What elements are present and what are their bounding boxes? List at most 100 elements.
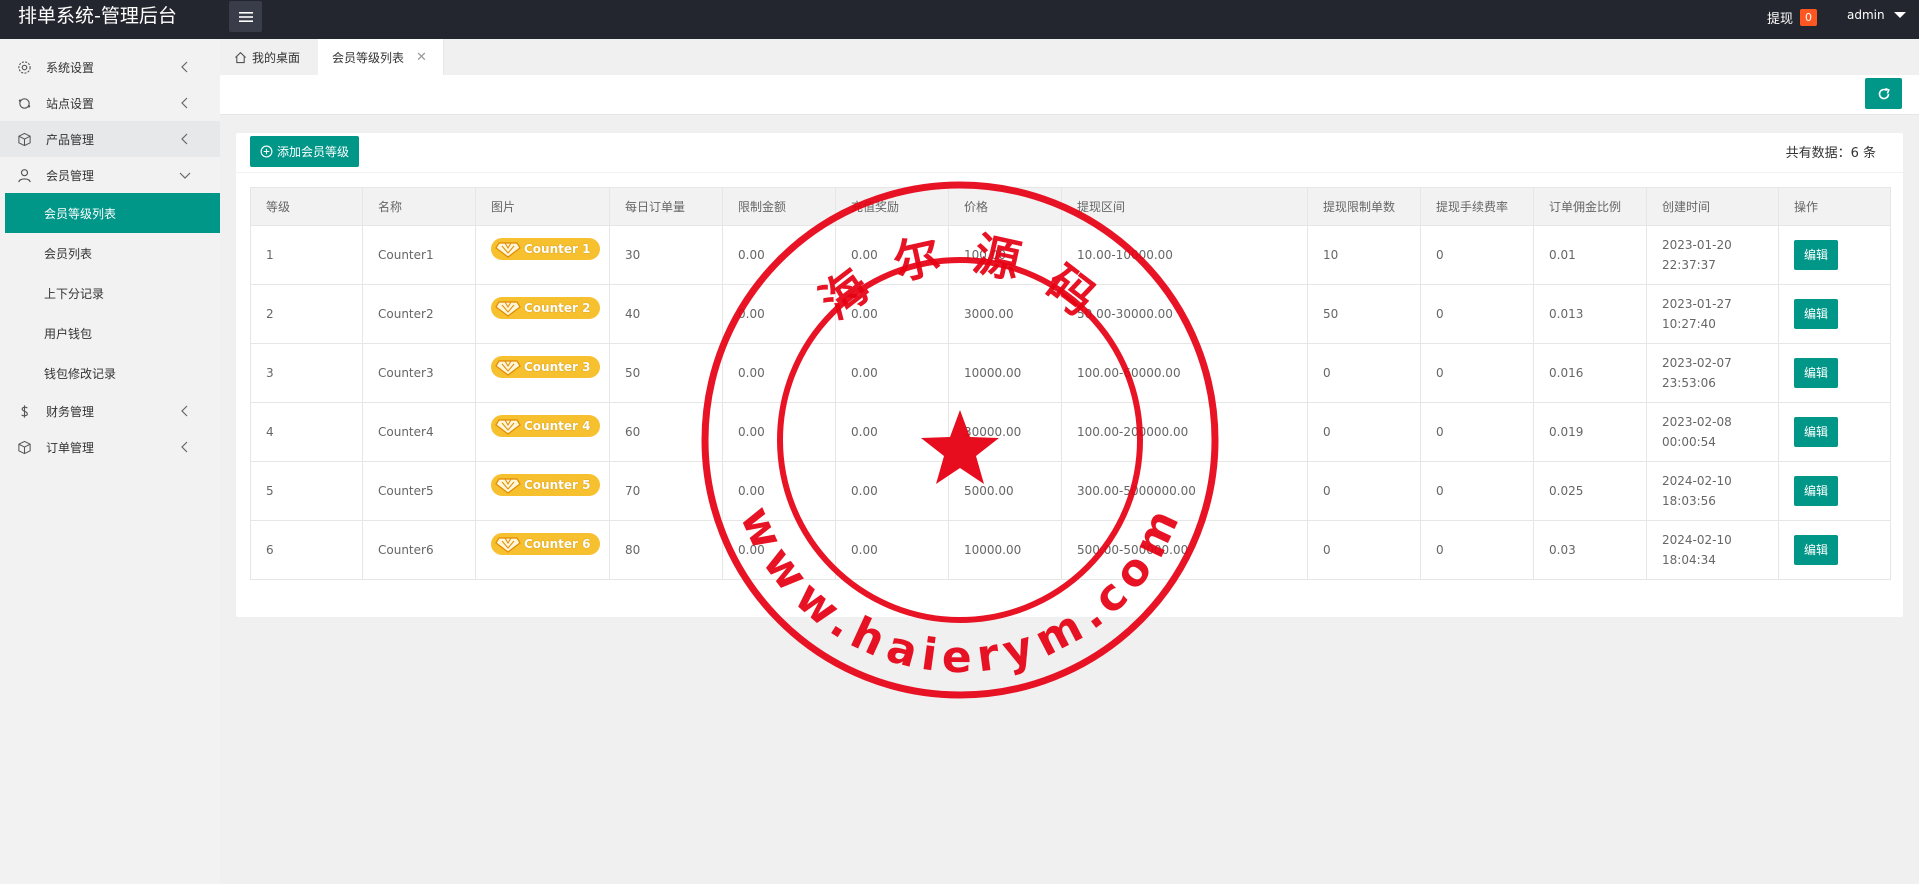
withdraw-count-badge: 0 xyxy=(1800,9,1818,26)
tab-bar: 我的桌面 会员等级列表 ✕ xyxy=(220,39,1919,75)
level-image-cell: Counter 1 xyxy=(475,225,610,285)
table-cell-level: 5 xyxy=(250,461,363,521)
level-badge: Counter 5 xyxy=(491,473,601,496)
level-badge-label: Counter 2 xyxy=(524,300,591,315)
edit-button[interactable]: 编辑 xyxy=(1794,299,1838,329)
table-row: 5 Counter5 Counter 5 70 0.00 0.00 5000.00 300.0… xyxy=(250,461,1891,521)
table-cell-reward: 0.00 xyxy=(835,461,949,521)
table-cell-orders: 40 xyxy=(609,284,723,344)
menu-toggle-button[interactable] xyxy=(229,1,262,32)
table-cell-wcount: 50 xyxy=(1307,284,1421,344)
sidebar-item-label: 订单管理 xyxy=(46,440,95,455)
sidebar-subitem-member-levels[interactable]: 会员等级列表 xyxy=(5,193,220,233)
chevron-left-icon xyxy=(181,441,188,453)
sidebar-item-system-settings[interactable]: 系统设置 xyxy=(0,49,220,85)
table-cell-price: 100.00 xyxy=(948,225,1062,285)
table-cell-created: 2023-01-20 22:37:37 xyxy=(1646,225,1779,285)
table-cell-name: Counter5 xyxy=(362,461,476,521)
table-cell-level: 6 xyxy=(250,520,363,580)
close-icon[interactable]: ✕ xyxy=(416,50,427,65)
column-header: 名称 xyxy=(362,187,476,226)
table-cell-created: 2023-01-27 10:27:40 xyxy=(1646,284,1779,344)
tab-home[interactable]: 我的桌面 xyxy=(234,39,304,75)
sidebar-subitem-user-wallet[interactable]: 用户钱包 xyxy=(0,313,220,353)
diamond-icon xyxy=(495,536,521,553)
sidebar-item-label: 产品管理 xyxy=(46,132,95,147)
sidebar-item-label: 财务管理 xyxy=(46,404,95,419)
table-cell-name: Counter6 xyxy=(362,520,476,580)
sidebar-subitem-score-records[interactable]: 上下分记录 xyxy=(0,273,220,313)
sidebar-item-label: 站点设置 xyxy=(46,96,95,111)
sidebar-item-product-management[interactable]: 产品管理 xyxy=(0,121,220,157)
top-bar: 排单系统-管理后台 提现 0 admin xyxy=(0,0,1919,39)
sidebar-subitem-label: 钱包修改记录 xyxy=(44,366,117,381)
content-card: 添加会员等级 共有数据：6 条 等级 名称 图片 每日订单量 限制金额 充值奖励… xyxy=(236,133,1903,617)
withdraw-link[interactable]: 提现 0 xyxy=(1767,8,1818,27)
column-header: 提现区间 xyxy=(1061,187,1308,226)
table-cell-price: 30000.00 xyxy=(948,402,1062,462)
table-cell-commission: 0.03 xyxy=(1533,520,1647,580)
table-cell-reward: 0.00 xyxy=(835,520,949,580)
edit-button[interactable]: 编辑 xyxy=(1794,417,1838,447)
tab-member-levels[interactable]: 会员等级列表 ✕ xyxy=(318,39,444,75)
diamond-icon xyxy=(495,477,521,494)
column-header: 等级 xyxy=(250,187,363,226)
edit-button[interactable]: 编辑 xyxy=(1794,358,1838,388)
level-badge-label: Counter 1 xyxy=(524,241,591,256)
sidebar-subitem-label: 会员列表 xyxy=(44,246,93,261)
edit-button[interactable]: 编辑 xyxy=(1794,240,1838,270)
table-cell-limit: 0.00 xyxy=(722,402,836,462)
table-cell-wcount: 0 xyxy=(1307,520,1421,580)
sidebar-item-member-management[interactable]: 会员管理 xyxy=(0,157,220,193)
action-cell: 编辑 xyxy=(1778,402,1891,462)
column-header: 操作 xyxy=(1778,187,1891,226)
table-cell-wcount: 0 xyxy=(1307,461,1421,521)
withdraw-label: 提现 xyxy=(1767,12,1794,27)
table-cell-price: 3000.00 xyxy=(948,284,1062,344)
level-image-cell: Counter 3 xyxy=(475,343,610,403)
refresh-button[interactable] xyxy=(1865,78,1902,109)
edit-button[interactable]: 编辑 xyxy=(1794,476,1838,506)
table-cell-name: Counter2 xyxy=(362,284,476,344)
table-cell-created: 2023-02-08 00:00:54 xyxy=(1646,402,1779,462)
sidebar-item-order-management[interactable]: 订单管理 xyxy=(0,429,220,465)
user-menu[interactable]: admin xyxy=(1847,8,1906,22)
table-cell-reward: 0.00 xyxy=(835,225,949,285)
level-image-cell: Counter 5 xyxy=(475,461,610,521)
sidebar-subitem-label: 上下分记录 xyxy=(44,286,105,301)
sidebar-subitem-label: 用户钱包 xyxy=(44,326,93,341)
table-cell-range: 100.00-200000.00 xyxy=(1061,402,1308,462)
sidebar-subitem-wallet-edit-records[interactable]: 钱包修改记录 xyxy=(0,353,220,393)
table-cell-range: 500.00-500000.00 xyxy=(1061,520,1308,580)
table-cell-commission: 0.016 xyxy=(1533,343,1647,403)
table-cell-fee: 0 xyxy=(1420,225,1534,285)
sidebar-item-site-settings[interactable]: 站点设置 xyxy=(0,85,220,121)
level-badge: Counter 1 xyxy=(491,237,601,260)
sidebar-item-finance-management[interactable]: 财务管理 xyxy=(0,393,220,429)
sidebar-subitem-label: 会员等级列表 xyxy=(44,206,117,221)
table-cell-wcount: 10 xyxy=(1307,225,1421,285)
action-cell: 编辑 xyxy=(1778,225,1891,285)
add-member-level-button[interactable]: 添加会员等级 xyxy=(250,136,359,167)
table-cell-fee: 0 xyxy=(1420,520,1534,580)
diamond-icon xyxy=(495,359,521,376)
add-circle-icon xyxy=(260,145,273,158)
table-header-row: 等级 名称 图片 每日订单量 限制金额 充值奖励 价格 提现区间 提现限制单数 … xyxy=(250,187,1891,226)
edit-button[interactable]: 编辑 xyxy=(1794,535,1838,565)
level-badge-label: Counter 4 xyxy=(524,418,591,433)
caret-down-icon xyxy=(1893,12,1906,18)
box-icon xyxy=(18,440,31,455)
table-row: 6 Counter6 Counter 6 80 0.00 0.00 10000.00 500.… xyxy=(250,520,1891,580)
table-row: 3 Counter3 Counter 3 50 0.00 0.00 10000.00 100.… xyxy=(250,343,1891,403)
level-badge: Counter 4 xyxy=(491,414,601,437)
sidebar-subitem-member-list[interactable]: 会员列表 xyxy=(0,233,220,273)
site-icon xyxy=(18,98,31,109)
table-cell-created: 2023-02-07 23:53:06 xyxy=(1646,343,1779,403)
table-cell-commission: 0.013 xyxy=(1533,284,1647,344)
table-body: 1 Counter1 Counter 1 30 0.00 0.00 100.00 10.00-… xyxy=(250,225,1891,580)
member-level-table: 等级 名称 图片 每日订单量 限制金额 充值奖励 价格 提现区间 提现限制单数 … xyxy=(250,187,1891,580)
level-badge: Counter 2 xyxy=(491,296,601,319)
action-cell: 编辑 xyxy=(1778,461,1891,521)
tab-label: 我的桌面 xyxy=(252,50,301,65)
app-title: 排单系统-管理后台 xyxy=(18,5,177,27)
